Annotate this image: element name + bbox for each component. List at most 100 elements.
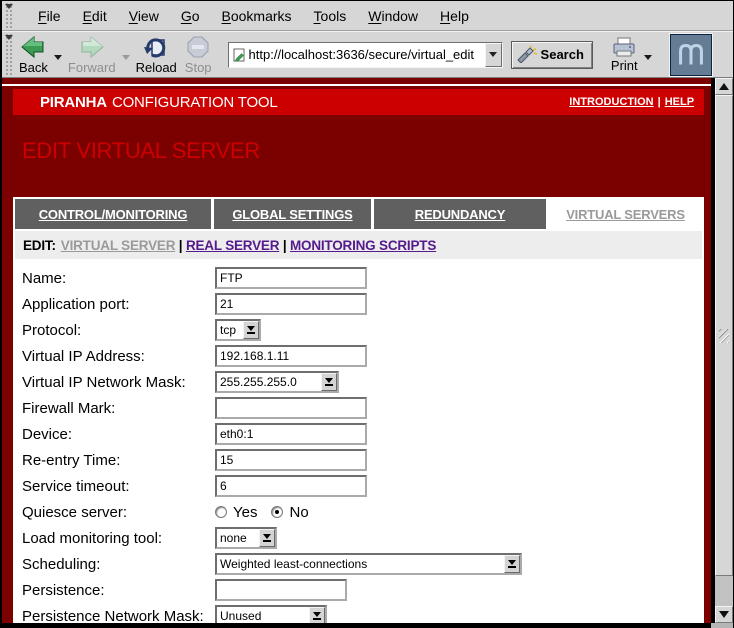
select-arrow-icon xyxy=(313,612,321,617)
chevron-down-icon xyxy=(489,52,497,57)
form-control xyxy=(215,449,367,471)
chevron-down-icon xyxy=(54,55,62,60)
radio-quiesce-server-yes[interactable] xyxy=(215,506,227,518)
introduction-link[interactable]: INTRODUCTION xyxy=(569,96,653,108)
menubar-grippy[interactable] xyxy=(4,3,14,28)
menu-item-edit[interactable]: Edit xyxy=(72,8,118,24)
subnav-link-virtual-server[interactable]: VIRTUAL SERVER xyxy=(61,238,175,253)
select-value: Unused xyxy=(217,607,309,623)
text-input-name[interactable] xyxy=(215,267,367,289)
tab-virtual-servers[interactable]: VIRTUAL SERVERS xyxy=(549,199,702,229)
select-protocol[interactable]: tcp xyxy=(215,319,261,341)
select-arrow-icon xyxy=(508,560,516,565)
menu-item-tools[interactable]: Tools xyxy=(303,8,358,24)
tab-control-monitoring[interactable]: CONTROL/MONITORING xyxy=(15,199,211,229)
select-persistence-network-mask[interactable]: Unused xyxy=(215,605,327,623)
select-arrow-icon xyxy=(247,326,255,331)
print-label: Print xyxy=(611,58,638,73)
menu-item-bookmarks[interactable]: Bookmarks xyxy=(211,8,303,24)
select-virtual-ip-network-mask[interactable]: 255.255.255.0 xyxy=(215,371,339,393)
form-label-service-timeout: Service timeout: xyxy=(15,478,215,495)
select-arrow-button[interactable] xyxy=(243,321,259,339)
reload-button[interactable]: Reload xyxy=(132,33,181,77)
subnav-links: VIRTUAL SERVER | REAL SERVER | MONITORIN… xyxy=(61,238,436,253)
print-dropdown-arrow[interactable] xyxy=(642,33,654,77)
text-input-device[interactable] xyxy=(215,423,367,445)
radio-quiesce-server-no[interactable] xyxy=(271,506,283,518)
forward-dropdown-arrow[interactable] xyxy=(120,33,132,77)
text-input-persistence[interactable] xyxy=(215,579,347,601)
help-link[interactable]: HELP xyxy=(665,96,694,108)
search-button[interactable]: Search xyxy=(511,41,593,69)
select-scheduling[interactable]: Weighted least-connections xyxy=(215,553,522,575)
tab-label: VIRTUAL SERVERS xyxy=(566,207,685,222)
chevron-down-icon xyxy=(122,55,130,60)
radio-label-yes: Yes xyxy=(233,504,257,521)
scroll-down-button[interactable] xyxy=(715,606,733,623)
subnav-link-real-server[interactable]: REAL SERVER xyxy=(186,238,279,253)
form-row-virtual-ip-network-mask: Virtual IP Network Mask:255.255.255.0 xyxy=(15,369,702,395)
select-arrow-bar xyxy=(325,384,333,386)
text-input-firewall-mark[interactable] xyxy=(215,397,367,419)
back-button[interactable]: Back xyxy=(15,33,52,77)
form-control xyxy=(215,345,367,367)
form-control xyxy=(215,397,367,419)
select-load-monitoring-tool[interactable]: none xyxy=(215,527,277,549)
menu-item-file[interactable]: File xyxy=(27,8,72,24)
reload-label: Reload xyxy=(136,60,177,75)
vertical-scrollbar[interactable] xyxy=(715,78,733,623)
arrow-down-icon xyxy=(719,611,729,618)
stop-icon xyxy=(186,35,210,59)
text-input-virtual-ip-address[interactable] xyxy=(215,345,367,367)
select-arrow-button[interactable] xyxy=(259,529,275,547)
select-arrow-bar xyxy=(247,332,255,334)
toolbar-grippy[interactable] xyxy=(4,34,14,75)
form-row-device: Device: xyxy=(15,421,702,447)
menu-item-window[interactable]: Window xyxy=(357,8,429,24)
select-arrow-button[interactable] xyxy=(504,555,520,573)
mozilla-m-icon xyxy=(673,37,709,73)
text-input-re-entry-time[interactable] xyxy=(215,449,367,471)
back-dropdown-arrow[interactable] xyxy=(52,33,64,77)
form-label-virtual-ip-address: Virtual IP Address: xyxy=(15,348,215,365)
select-arrow-button[interactable] xyxy=(309,607,325,623)
select-arrow-bar xyxy=(263,540,271,542)
menu-item-help[interactable]: Help xyxy=(429,8,480,24)
url-dropdown-button[interactable] xyxy=(485,43,502,67)
form-label-persistence-network-mask: Persistence Network Mask: xyxy=(15,608,215,624)
form-label-scheduling: Scheduling: xyxy=(15,556,215,573)
browser-window: FileEditViewGoBookmarksToolsWindowHelp B… xyxy=(0,0,734,628)
content-table: CONTROL/MONITORING GLOBAL SETTINGSREDUNDA… xyxy=(13,197,704,623)
form-row-persistence-network-mask: Persistence Network Mask:Unused xyxy=(15,603,702,623)
url-input[interactable] xyxy=(249,47,485,62)
mozilla-logo[interactable] xyxy=(670,34,712,76)
print-button[interactable]: Print xyxy=(607,33,642,77)
menu-item-view[interactable]: View xyxy=(118,8,170,24)
subnav-link-monitoring-scripts[interactable]: MONITORING SCRIPTS xyxy=(290,238,436,253)
content-area: PIRANHACONFIGURATION TOOL INTRODUCTION|H… xyxy=(2,78,733,623)
scrollbar-thumb[interactable] xyxy=(715,95,733,576)
select-arrow-button[interactable] xyxy=(321,373,337,391)
text-input-service-timeout[interactable] xyxy=(215,475,367,497)
navigation-toolbar: Back Forward Reload Stop xyxy=(2,31,733,78)
form-label-protocol: Protocol: xyxy=(15,322,215,339)
menu-item-go[interactable]: Go xyxy=(170,8,211,24)
menubar-items: FileEditViewGoBookmarksToolsWindowHelp xyxy=(15,1,480,30)
form-row-persistence: Persistence: xyxy=(15,577,702,603)
text-input-application-port[interactable] xyxy=(215,293,367,315)
tab-label: CONTROL/MONITORING xyxy=(39,207,188,222)
scroll-up-button[interactable] xyxy=(715,78,733,95)
collapse-arrow-icon xyxy=(5,35,13,40)
stop-button[interactable]: Stop xyxy=(181,33,216,77)
forward-button[interactable]: Forward xyxy=(64,33,120,77)
tab-global-settings[interactable]: GLOBAL SETTINGS xyxy=(214,199,371,229)
form-control xyxy=(215,475,367,497)
url-bar xyxy=(228,42,503,68)
form-control: YesNo xyxy=(215,504,323,521)
form-row-scheduling: Scheduling:Weighted least-connections xyxy=(15,551,702,577)
tab-redundancy[interactable]: REDUNDANCY xyxy=(374,199,546,229)
form-label-device: Device: xyxy=(15,426,215,443)
page-title: EDIT VIRTUAL SERVER xyxy=(22,138,260,164)
form-label-virtual-ip-network-mask: Virtual IP Network Mask: xyxy=(15,374,215,391)
scrollbar-track[interactable] xyxy=(715,576,733,606)
